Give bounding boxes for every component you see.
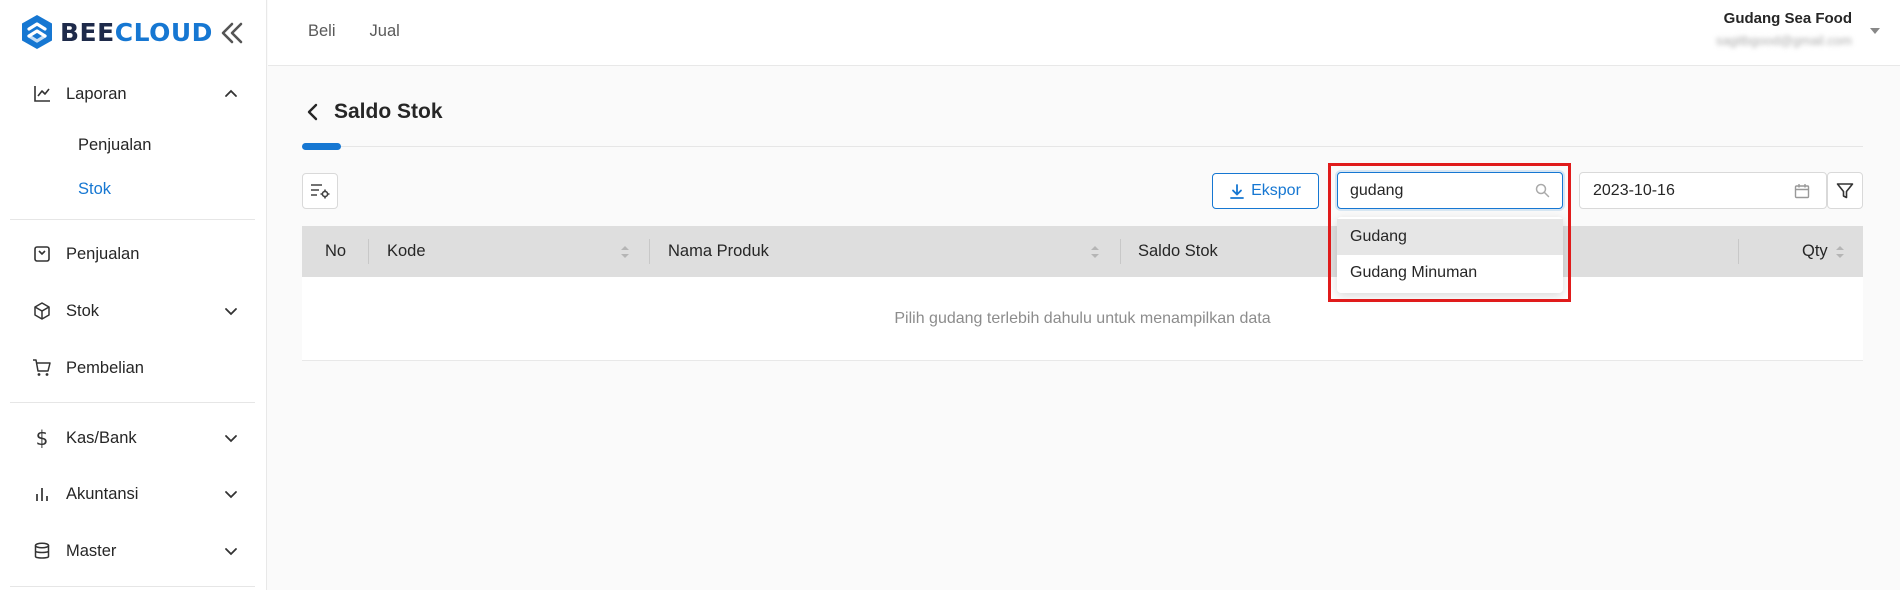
sidebar-item-laporan[interactable]: Laporan [32,84,238,104]
divider [10,219,255,220]
column-header-no: No [325,242,347,260]
sidebar-item-penjualan[interactable]: Penjualan [32,244,238,264]
dropdown-option-gudang-minuman[interactable]: Gudang Minuman [1337,255,1563,291]
filter-button[interactable] [1827,172,1863,209]
page-header: Saldo Stok [302,100,443,124]
sidebar-item-label: Laporan [66,84,127,103]
sidebar-subitem-penjualan[interactable]: Penjualan [78,136,151,155]
calendar-icon [1794,184,1810,199]
warehouse-search-input[interactable] [1350,181,1520,200]
sidebar-item-label: Penjualan [66,244,140,263]
beecloud-logo-icon [22,15,52,49]
column-header-qty[interactable]: Qty [1802,226,1828,277]
account-name: Gudang Sea Food [1723,10,1852,27]
warehouse-dropdown: Gudang Gudang Minuman [1337,217,1563,293]
export-button[interactable]: Ekspor [1212,173,1319,209]
dollar-icon: $ [35,426,49,450]
bar-chart-icon [32,484,52,504]
divider [10,402,255,403]
sidebar-item-label: Akuntansi [66,484,139,503]
sidebar-item-akuntansi[interactable]: Akuntansi [32,484,238,504]
divider [10,586,255,587]
logo-text: BEECLOUD [60,17,213,47]
dropdown-option-gudang[interactable]: Gudang [1337,219,1563,255]
logo[interactable]: BEECLOUD [20,14,213,50]
receipt-icon [32,244,52,264]
column-separator [1738,239,1739,264]
date-value: 2023-10-16 [1593,181,1675,199]
account-menu[interactable]: Gudang Sea Food sagitbgood@gmail.com [1716,10,1852,48]
account-caret-icon[interactable] [1870,28,1880,34]
title-accent-bar [302,143,341,150]
date-picker[interactable]: 2023-10-16 [1579,172,1827,209]
chart-line-icon [32,84,52,104]
top-bar: Beli Jual Gudang Sea Food sagitbgood@gma… [268,0,1900,66]
sidebar-item-label: Kas/Bank [66,428,137,447]
sidebar-item-label: Master [66,541,117,560]
filter-icon [1836,182,1854,198]
download-icon [1230,183,1244,199]
sidebar-item-kas-bank[interactable]: $ Kas/Bank [32,426,238,450]
chevron-down-icon [225,308,237,316]
sidebar-subitem-stok[interactable]: Stok [78,180,111,199]
database-icon [32,541,52,561]
chevron-down-icon [225,491,237,499]
sidebar: BEECLOUD Laporan Penjualan Stok Penjuala… [0,0,267,590]
collapse-sidebar-icon[interactable] [218,20,246,46]
sort-icon[interactable] [1090,244,1100,260]
column-settings-button[interactable] [302,173,338,209]
stock-table: No Kode Nama Produk Saldo Stok Qty Pilih… [302,226,1863,361]
column-header-nama-produk[interactable]: Nama Produk [668,226,769,277]
chevron-up-icon [225,89,237,97]
table-empty-state: Pilih gudang terlebih dahulu untuk menam… [302,277,1863,361]
sort-icon[interactable] [620,244,630,260]
chevron-down-icon [225,548,237,556]
sidebar-item-label: Pembelian [66,358,144,377]
table-header: No Kode Nama Produk Saldo Stok Qty [302,226,1863,277]
cart-icon [32,358,52,378]
sidebar-item-stok[interactable]: Stok [32,301,238,321]
page-title: Saldo Stok [334,100,443,123]
warehouse-search[interactable] [1337,172,1563,209]
box-icon [32,301,52,321]
column-separator [368,239,369,264]
sort-icon[interactable] [1835,244,1845,260]
title-divider [302,146,1863,147]
column-header-saldo-stok: Saldo Stok [1138,242,1218,260]
export-button-label: Ekspor [1251,182,1301,199]
column-separator [649,239,650,264]
sidebar-item-pembelian[interactable]: Pembelian [32,358,238,378]
column-settings-icon [311,184,330,199]
column-header-kode[interactable]: Kode [387,226,426,277]
top-nav: Beli Jual [308,22,400,41]
column-separator [1120,239,1121,264]
empty-state-text: Pilih gudang terlebih dahulu untuk menam… [894,309,1271,327]
search-icon [1535,183,1550,198]
top-nav-jual[interactable]: Jual [370,22,400,41]
back-arrow-icon[interactable] [302,101,324,123]
account-email: sagitbgood@gmail.com [1715,33,1852,48]
sidebar-item-master[interactable]: Master [32,541,238,561]
top-nav-beli[interactable]: Beli [308,22,336,41]
chevron-down-icon [225,435,237,443]
sidebar-item-label: Stok [66,301,100,320]
